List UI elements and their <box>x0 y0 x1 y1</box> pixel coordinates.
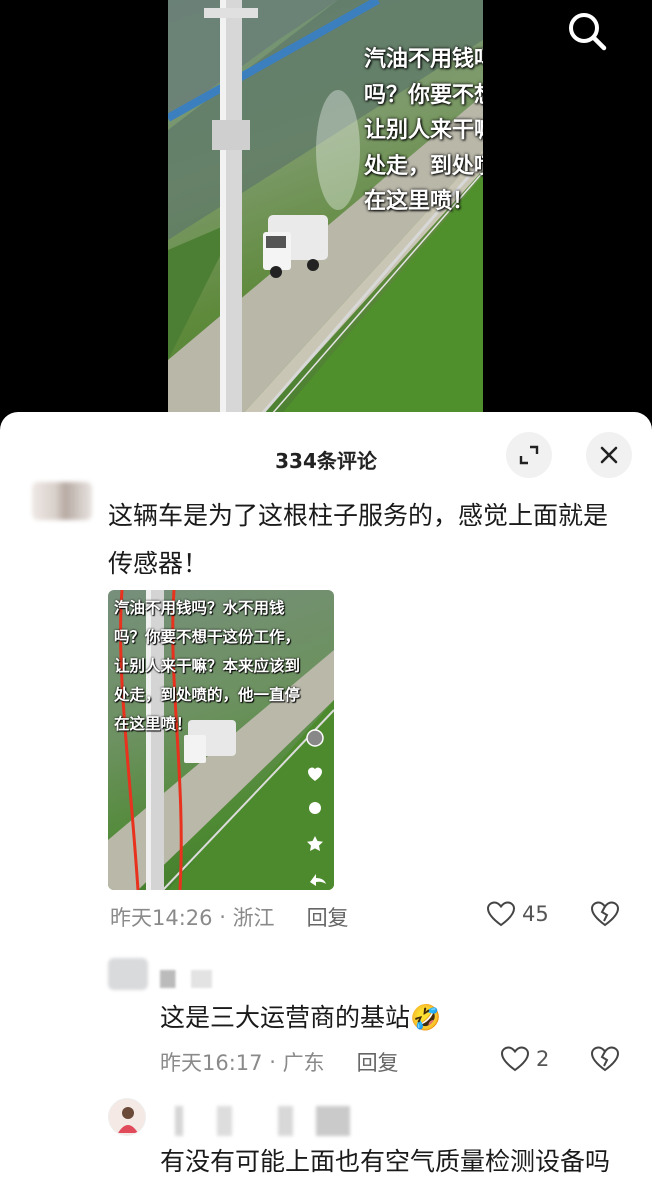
comment-image[interactable]: 汽油不用钱吗？水不用钱吗？你要不想干这份工作，让别人来干嘛？本来应该到处走，到处… <box>108 590 334 890</box>
meta-separator: · <box>212 905 233 929</box>
expand-icon <box>519 445 539 465</box>
like-button[interactable]: 2 <box>500 1045 549 1073</box>
comment-text[interactable]: 有没有可能上面也有空气质量检测设备吗 <box>160 1138 640 1186</box>
comment-count-title: 334条评论 <box>275 449 377 473</box>
avatar[interactable] <box>32 482 92 520</box>
broken-heart-icon <box>590 1046 620 1072</box>
comment-time: 昨天14:26 <box>110 906 213 930</box>
comment-image-caption: 汽油不用钱吗？水不用钱吗？你要不想干这份工作，让别人来干嘛？本来应该到处走，到处… <box>114 599 301 733</box>
heart-outline-icon <box>486 901 516 927</box>
like-button[interactable]: 45 <box>486 900 549 928</box>
comment-location: 浙江 <box>232 906 275 930</box>
comments-header: 334条评论 <box>0 412 652 498</box>
close-button[interactable] <box>586 432 632 478</box>
comment-meta: 昨天14:26 · 浙江 回复 <box>110 902 349 932</box>
dislike-button[interactable] <box>590 900 620 932</box>
meta-separator: · <box>262 1050 283 1074</box>
username-blurred[interactable] <box>160 970 212 988</box>
like-count: 45 <box>522 902 549 926</box>
comments-sheet: 334条评论 这辆车是为了这根柱子服务的，感觉上面就是传感器！ 汽油不用钱吗？水… <box>0 412 652 1200</box>
video-player[interactable]: 汽油不用钱吗？水不用钱吗？你要不想干这份工作，让别人来干嘛？本来应该到处走，到处… <box>0 0 652 430</box>
avatar-figure <box>118 1107 138 1133</box>
video-caption: 汽油不用钱吗？水不用钱吗？你要不想干这份工作，让别人来干嘛？本来应该到处走，到处… <box>364 47 483 214</box>
reply-button[interactable]: 回复 <box>307 902 349 932</box>
like-count: 2 <box>536 1047 550 1071</box>
laughing-emoji-icon: 🤣 <box>410 1003 442 1032</box>
video-frame[interactable]: 汽油不用钱吗？水不用钱吗？你要不想干这份工作，让别人来干嘛？本来应该到处走，到处… <box>168 0 483 430</box>
expand-button[interactable] <box>506 432 552 478</box>
close-icon <box>600 446 618 464</box>
heart-outline-icon <box>500 1046 530 1072</box>
reply-button[interactable]: 回复 <box>357 1047 399 1077</box>
comment-time: 昨天16:17 <box>160 1051 263 1075</box>
broken-heart-icon <box>590 901 620 927</box>
search-button[interactable] <box>564 8 612 56</box>
search-icon <box>569 13 607 51</box>
comment-location: 广东 <box>282 1051 325 1075</box>
dislike-button[interactable] <box>590 1045 620 1077</box>
comment-text[interactable]: 这是三大运营商的基站🤣 <box>160 994 620 1042</box>
comment-text-body: 这是三大运营商的基站 <box>160 1003 411 1032</box>
username-blurred[interactable] <box>160 1106 350 1136</box>
avatar[interactable] <box>108 1098 146 1136</box>
comment-meta: 昨天16:17 · 广东 回复 <box>160 1047 399 1077</box>
comment-text[interactable]: 这辆车是为了这根柱子服务的，感觉上面就是传感器！ <box>108 492 628 588</box>
avatar[interactable] <box>108 958 148 990</box>
